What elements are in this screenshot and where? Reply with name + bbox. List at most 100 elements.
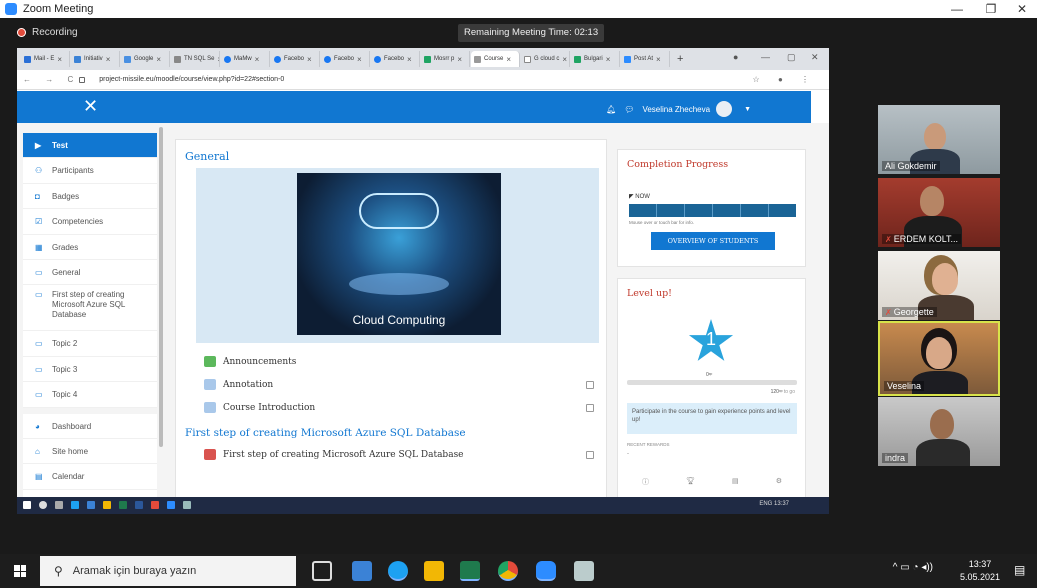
close-drawer-icon[interactable]: ✕ — [83, 97, 98, 115]
browser-tab[interactable]: Bulgari × — [571, 51, 620, 67]
file-explorer-icon[interactable] — [424, 561, 444, 581]
mail-icon[interactable] — [352, 561, 372, 581]
sidebar-item-participants[interactable]: ⚇ Participants — [23, 158, 157, 184]
sidebar-item-site-home[interactable]: ⌂ Site home — [23, 439, 157, 465]
participant-face — [926, 337, 952, 369]
recording-indicator[interactable]: Recording — [17, 27, 78, 38]
browser-tab[interactable]: Initiativ × — [71, 51, 120, 67]
sidebar-item-badges[interactable]: ◘ Badges — [23, 184, 157, 210]
recent-rewards-value: - — [627, 451, 629, 457]
excel-icon[interactable] — [460, 561, 480, 581]
notification-center-icon[interactable]: ▤ — [1014, 563, 1025, 577]
remote-taskbar: ENG 13:37 — [17, 497, 829, 514]
browser-tab[interactable]: Google × — [121, 51, 170, 67]
bell-icon[interactable]: 🔔︎ — [606, 105, 616, 114]
task-view-icon[interactable] — [312, 561, 332, 581]
progress-bar[interactable] — [629, 204, 796, 217]
nav-buttons[interactable]: ← → C — [23, 75, 79, 84]
participant-video[interactable]: indra — [878, 397, 1000, 466]
browser-tab[interactable]: MaMw × — [221, 51, 270, 67]
info-icon[interactable]: ⓘ — [642, 477, 649, 487]
activity-announcements[interactable]: Announcements — [204, 356, 296, 367]
moodle-navbar: ✕ 🔔︎ 💬︎ Veselina Zhecheva ▼ — [17, 91, 811, 123]
sidebar-item-dashboard[interactable]: ◕ Dashboard — [23, 414, 157, 439]
course-page: ▶ Test ⚇ Participants ◘ Badges ☑ Competencie… — [17, 123, 829, 514]
browser-tab[interactable]: TN SQL Se× — [171, 51, 220, 67]
browser-tab[interactable]: Mosrr p × — [421, 51, 470, 67]
site-icon — [74, 55, 81, 63]
windows-start-icon[interactable] — [14, 565, 26, 577]
browser-close-button[interactable]: ✕ — [811, 52, 819, 63]
restore-button[interactable]: ❐ — [974, 0, 1008, 18]
completion-checkbox[interactable] — [586, 381, 594, 389]
bookmark-star-icon[interactable]: ☆ ● ⋮ — [753, 75, 817, 84]
chevron-down-icon[interactable]: ▼ — [744, 106, 751, 113]
activity-annotation[interactable]: Annotation — [204, 379, 273, 390]
system-tray-icons[interactable]: ^ ▭ ◔ ◂)) — [893, 562, 933, 573]
zoom-icon[interactable] — [536, 561, 556, 581]
block-title: Level up! — [627, 288, 672, 299]
moodle-icon — [474, 55, 481, 63]
participant-name: Georgette — [893, 307, 934, 317]
activity-course-introduction[interactable]: Course Introduction — [204, 402, 315, 413]
browser-tab-active[interactable]: Course × — [471, 51, 520, 67]
taskbar-clock[interactable]: 13:37 5.05.2021 — [960, 558, 1000, 584]
browser-tab[interactable]: G cloud c × — [521, 51, 570, 67]
avatar[interactable] — [716, 101, 733, 117]
google-icon — [524, 55, 531, 63]
close-button[interactable]: ✕ — [1005, 0, 1037, 18]
browser-tab[interactable]: Facebo × — [271, 51, 320, 67]
browser-tab[interactable]: Facebo × — [321, 51, 370, 67]
url-field[interactable]: project-missile.eu/moodle/course/view.ph… — [99, 76, 284, 83]
sidebar-item-topic-4[interactable]: ▭ Topic 4 — [23, 382, 157, 408]
user-menu[interactable]: 🔔︎ 💬︎ Veselina Zhecheva ▼ — [606, 101, 751, 117]
sidebar-item-competencies[interactable]: ☑ Competencies — [23, 209, 157, 235]
overview-students-button[interactable]: OVERVIEW OF STUDENTS — [651, 232, 775, 250]
table-icon: ▦ — [35, 242, 43, 252]
trophy-icon[interactable]: 🏆︎ — [686, 477, 695, 487]
paint-icon[interactable] — [574, 561, 594, 581]
minimize-button[interactable]: — — [940, 0, 974, 18]
sidebar-item-first-step[interactable]: ▭ First step of creating Microsoft Azure … — [23, 285, 157, 332]
taskbar-search[interactable]: ⚲ Aramak için buraya yazın — [40, 556, 296, 586]
sidebar-item-test[interactable]: ▶ Test — [23, 133, 157, 159]
sidebar-item-label: Test — [52, 141, 68, 150]
sidebar-item-grades[interactable]: ▦ Grades — [23, 235, 157, 260]
profile-dot-icon[interactable]: ● — [733, 52, 738, 62]
browser-tab[interactable]: Facebo × — [371, 51, 420, 67]
sidebar-item-general[interactable]: ▭ General — [23, 260, 157, 286]
windows-taskbar: ⚲ Aramak için buraya yazın ^ ▭ ◔ ◂)) 13:… — [0, 554, 1037, 588]
mail-icon — [87, 501, 95, 509]
tab-label: Facebo — [334, 56, 355, 62]
browser-tab[interactable]: Mail - E × — [21, 51, 70, 67]
drive-icon — [424, 55, 431, 63]
browser-restore-button[interactable]: ▢ — [787, 52, 796, 63]
participant-video[interactable]: ✗ ERDEM KOLT... — [878, 178, 1000, 247]
pdf-icon — [204, 449, 216, 460]
settings-icon[interactable]: ⚙ — [776, 477, 782, 487]
new-tab-button[interactable]: + — [677, 53, 683, 65]
hands-glow — [349, 273, 449, 295]
participant-video-active-speaker[interactable]: Veselina — [878, 321, 1000, 396]
sidebar-item-topic-3[interactable]: ▭ Topic 3 — [23, 357, 157, 383]
participant-video[interactable]: ✗ Georgette — [878, 251, 1000, 320]
report-icon[interactable]: ▤ — [732, 477, 739, 487]
browser-minimize-button[interactable]: — — [761, 52, 770, 62]
participant-video[interactable]: Ali Gokdemir — [878, 105, 1000, 174]
section-title-general[interactable]: General — [185, 150, 229, 163]
section-title-first-step[interactable]: First step of creating Microsoft Azure S… — [185, 427, 466, 439]
browser-tab[interactable]: Post At × — [621, 51, 670, 67]
zoom-app-icon — [5, 3, 17, 15]
edge-icon[interactable] — [388, 561, 408, 581]
facebook-icon — [374, 55, 381, 63]
level-number: 1 — [705, 329, 716, 349]
completion-checkbox[interactable] — [586, 404, 594, 412]
sidebar-item-calendar[interactable]: ▤ Calendar — [23, 464, 157, 490]
chat-icon[interactable]: 💬︎ — [624, 105, 634, 114]
sidebar-item-topic-2[interactable]: ▭ Topic 2 — [23, 331, 157, 357]
chrome-icon[interactable] — [498, 561, 518, 581]
sidebar-scrollbar[interactable] — [159, 127, 163, 447]
completion-checkbox[interactable] — [586, 451, 594, 459]
activity-first-step[interactable]: First step of creating Microsoft Azure S… — [204, 449, 464, 460]
sidebar-item-label: General — [52, 267, 81, 277]
